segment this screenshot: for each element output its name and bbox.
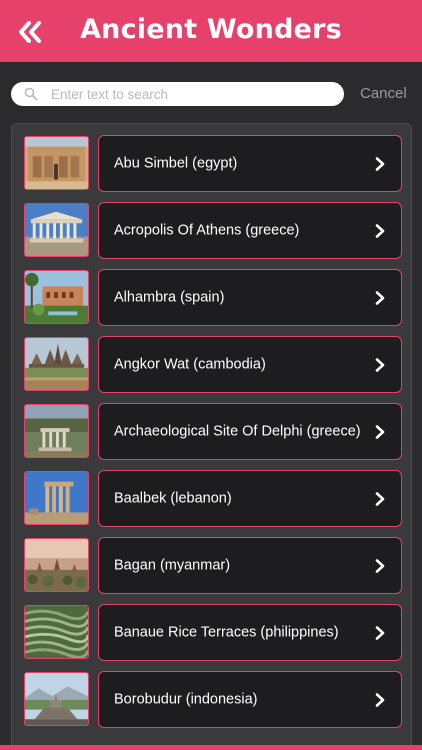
chevron-right-icon <box>375 425 385 439</box>
list-item-label: Acropolis Of Athens (greece) <box>114 222 300 238</box>
alhambra-thumbnail <box>24 270 89 324</box>
chevron-right-icon <box>375 693 385 707</box>
app-header: Ancient Wonders <box>0 0 422 62</box>
list-item[interactable]: Abu Simbel (egypt) <box>24 135 403 192</box>
list-item[interactable]: Archaeological Site Of Delphi (greece) <box>24 403 403 460</box>
list-item-card[interactable]: Acropolis Of Athens (greece) <box>98 202 402 259</box>
list-item-card[interactable]: Banaue Rice Terraces (philippines) <box>98 604 402 661</box>
search-bar: Cancel <box>0 62 422 122</box>
list-item-label: Bagan (myanmar) <box>114 557 231 573</box>
bottom-accent-bar <box>0 745 422 750</box>
list-item[interactable]: Baalbek (lebanon) <box>24 470 403 527</box>
chevron-right-icon <box>375 559 385 573</box>
list-item-label: Archaeological Site Of Delphi (greece) <box>114 423 361 439</box>
list-item-label: Alhambra (spain) <box>114 289 225 305</box>
list-item-card[interactable]: Angkor Wat (cambodia) <box>98 336 402 393</box>
list-item-card[interactable]: Bagan (myanmar) <box>98 537 402 594</box>
list-item-label: Abu Simbel (egypt) <box>114 155 238 171</box>
list-item-card[interactable]: Alhambra (spain) <box>98 269 402 326</box>
chevron-right-icon <box>375 492 385 506</box>
list-item[interactable]: Bagan (myanmar) <box>24 537 403 594</box>
chevron-right-icon <box>375 626 385 640</box>
list-item[interactable]: Borobudur (indonesia) <box>24 671 403 728</box>
list-item[interactable]: Banaue Rice Terraces (philippines) <box>24 604 403 661</box>
search-input[interactable] <box>51 82 336 106</box>
abu-simbel-thumbnail <box>24 136 89 190</box>
wonders-list[interactable]: Abu Simbel (egypt) Acropolis Of Athens (… <box>11 123 412 750</box>
list-item-label: Angkor Wat (cambodia) <box>114 356 266 372</box>
delphi-thumbnail <box>24 404 89 458</box>
list-item-card[interactable]: Borobudur (indonesia) <box>98 671 402 728</box>
borobudur-thumbnail <box>24 672 89 726</box>
chevron-right-icon <box>375 224 385 238</box>
search-icon <box>24 87 38 101</box>
list-item-label: Banaue Rice Terraces (philippines) <box>114 624 339 640</box>
list-item-card[interactable]: Baalbek (lebanon) <box>98 470 402 527</box>
list-item[interactable]: Alhambra (spain) <box>24 269 403 326</box>
chevron-right-icon <box>375 157 385 171</box>
list-item-card[interactable]: Abu Simbel (egypt) <box>98 135 402 192</box>
bagan-thumbnail <box>24 538 89 592</box>
baalbek-thumbnail <box>24 471 89 525</box>
acropolis-thumbnail <box>24 203 89 257</box>
chevron-right-icon <box>375 358 385 372</box>
search-field[interactable] <box>11 82 344 106</box>
list-item-label: Borobudur (indonesia) <box>114 691 258 707</box>
banaue-thumbnail <box>24 605 89 659</box>
list-item[interactable]: Acropolis Of Athens (greece) <box>24 202 403 259</box>
angkor-wat-thumbnail <box>24 337 89 391</box>
list-item[interactable]: Angkor Wat (cambodia) <box>24 336 403 393</box>
list-item-label: Baalbek (lebanon) <box>114 490 232 506</box>
chevron-right-icon <box>375 291 385 305</box>
page-title: Ancient Wonders <box>80 14 342 45</box>
cancel-button[interactable]: Cancel <box>360 85 407 102</box>
list-item-card[interactable]: Archaeological Site Of Delphi (greece) <box>98 403 402 460</box>
